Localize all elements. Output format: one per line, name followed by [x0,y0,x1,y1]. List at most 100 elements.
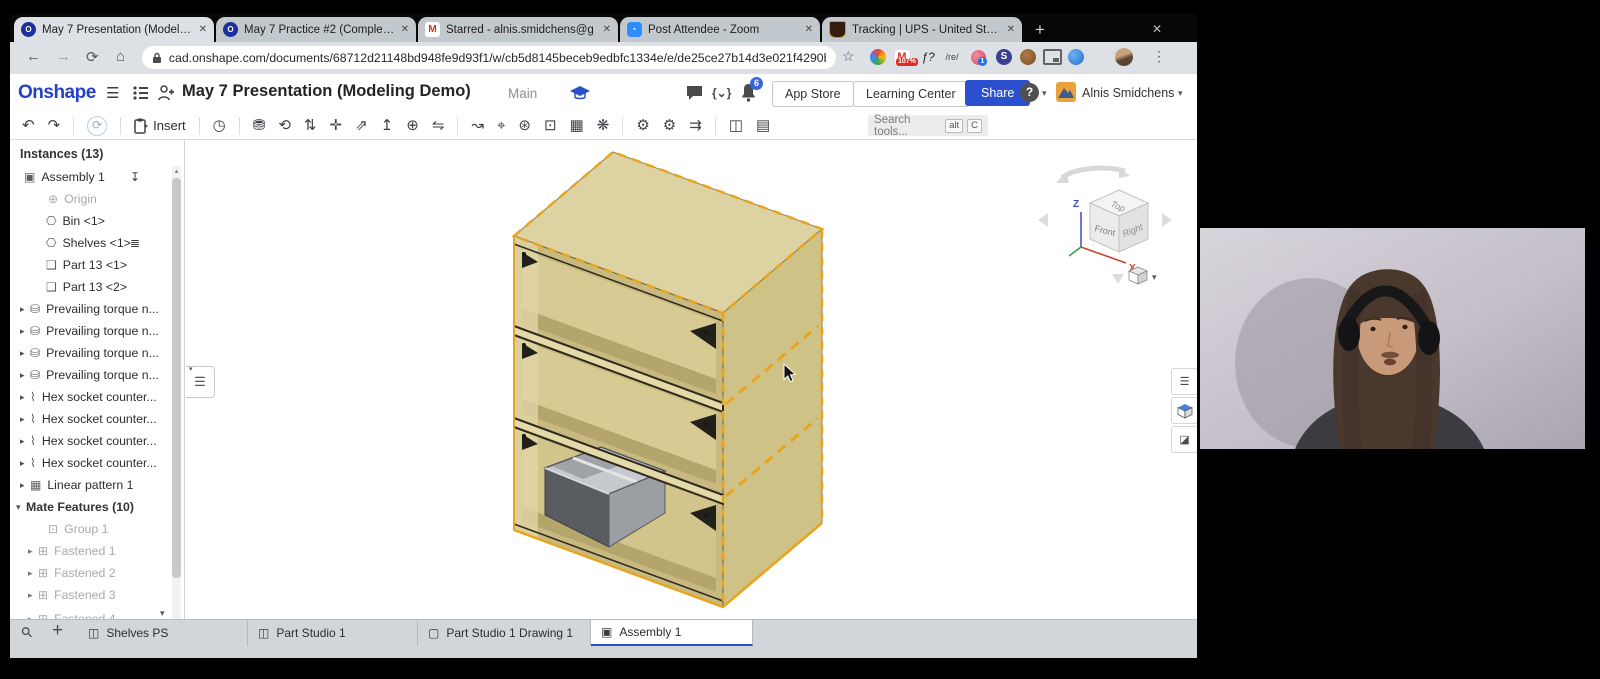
onshape-logo[interactable]: Onshape [18,82,96,104]
add-tab-button[interactable]: + [52,620,63,642]
scroll-up-icon[interactable]: ▴ [172,167,181,175]
mate-connector-icon[interactable]: ⊛ [518,118,531,133]
browser-tab-onshape-practice[interactable]: O May 7 Practice #2 (Completed) ✕ [216,17,416,42]
slider-mate-icon[interactable]: ⇅ [304,118,317,133]
scrollbar-thumb[interactable] [172,178,181,578]
address-input[interactable]: cad.onshape.com/documents/68712d21148bd9… [142,46,836,69]
chevron-right-icon[interactable]: ▸ [28,546,38,557]
tree-item-prevailing-torque-1[interactable]: ▸ ⛁ Prevailing torque n... [10,298,170,320]
tree-item-hex-socket-1[interactable]: ▸ ⌇ Hex socket counter... [10,386,170,408]
browser-tab-onshape-presentation[interactable]: O May 7 Presentation (Modeling ✕ [14,17,214,42]
panel-scrollbar[interactable]: ▴ [172,166,181,619]
chevron-right-icon[interactable]: ▸ [20,304,30,315]
tree-item-hex-socket-2[interactable]: ▸ ⌇ Hex socket counter... [10,408,170,430]
home-icon[interactable]: ⌂ [116,48,125,65]
tree-item-prevailing-torque-2[interactable]: ▸ ⛁ Prevailing torque n... [10,320,170,342]
graphics-viewport[interactable]: ☰ ▾ [185,140,1197,619]
workspace-name[interactable]: Main [508,86,537,101]
group-icon[interactable]: ⌖ [497,118,505,133]
screw-relation-icon[interactable]: ⚙ [663,118,676,133]
profile-avatar[interactable] [1114,47,1134,67]
belt-relation-icon[interactable]: ⇉ [689,118,702,133]
tree-scroll-down-icon[interactable]: ▾ [160,608,165,619]
replicate-icon[interactable]: ⊡ [544,118,557,133]
extension-gmail-icon[interactable]: M 107% [892,47,912,67]
user-avatar[interactable] [1056,82,1076,102]
follow-mode-icon[interactable] [158,84,174,102]
versions-icon[interactable] [132,84,150,102]
browser-tab-zoom[interactable]: ▪ Post Attendee - Zoom ✕ [620,17,820,42]
mate-icon[interactable]: ⛃ [253,118,266,133]
tab-close-icon[interactable]: ✕ [805,24,813,35]
extension-colorwheel-icon[interactable] [868,47,888,67]
browser-tab-gmail[interactable]: M Starred - alnis.smidchens@g ✕ [418,17,618,42]
parallel-mate-icon[interactable]: ⇋ [432,118,445,133]
cylindrical-mate-icon[interactable]: ⇗ [355,118,368,133]
tree-item-fastened-3[interactable]: ▸ ⊞ Fastened 3 [10,584,170,606]
chevron-right-icon[interactable]: ▸ [20,370,30,381]
tangent-mate-icon[interactable]: ↝ [471,118,484,133]
tree-item-part13-2[interactable]: ❑ Part 13 <2> [10,276,170,298]
extension-pip-icon[interactable] [1042,47,1062,67]
linear-pattern-icon[interactable]: ▦ [570,118,584,133]
tree-item-shelves[interactable]: ⎔ Shelves <1> ≣ [10,232,170,254]
learning-cap-icon[interactable] [570,85,590,101]
view-options-button[interactable]: ▾ [1129,267,1157,284]
browser-tab-ups[interactable]: Tracking | UPS - United States ✕ [822,17,1022,42]
extension-bear-icon[interactable] [1018,47,1038,67]
tree-item-prevailing-torque-4[interactable]: ▸ ⛁ Prevailing torque n... [10,364,170,386]
insert-button[interactable]: Insert [134,118,186,134]
search-tools-input[interactable]: Search tools... alt C [868,115,988,136]
chevron-down-icon[interactable]: ▾ [16,502,26,513]
circular-pattern-icon[interactable]: ❋ [597,118,610,133]
chevron-right-icon[interactable]: ▸ [28,590,38,601]
extension-s-icon[interactable]: S [994,47,1014,67]
sync-icon[interactable]: ⟳ [87,116,107,136]
doc-tab-part-studio-1[interactable]: ◫ Part Studio 1 [248,620,418,646]
tree-item-bin[interactable]: ⎔ Bin <1> [10,210,170,232]
window-close-button[interactable]: ✕ [1144,18,1170,40]
chevron-right-icon[interactable]: ▸ [20,480,30,491]
tree-item-fastened-1[interactable]: ▸ ⊞ Fastened 1 [10,540,170,562]
history-icon[interactable]: ◷ [213,118,226,133]
tree-item-linear-pattern[interactable]: ▸ ▦ Linear pattern 1 [10,474,170,496]
learning-center-button[interactable]: Learning Center [853,81,969,107]
features-flyout-toggle[interactable]: ☰ ▾ [186,366,215,398]
extension-blue-icon[interactable] [1066,47,1086,67]
pin-slot-mate-icon[interactable]: ↥ [381,118,394,133]
tree-item-hex-socket-3[interactable]: ▸ ⌇ Hex socket counter... [10,430,170,452]
app-store-button[interactable]: App Store [772,81,854,107]
bom-table-icon[interactable]: ▤ [756,118,770,133]
featurescript-icon[interactable]: {⌄} [712,86,731,100]
back-icon[interactable]: ← [26,48,41,65]
shelf-assembly-model[interactable] [505,148,845,618]
tab-close-icon[interactable]: ✕ [603,24,611,35]
chevron-right-icon[interactable]: ▸ [20,414,30,425]
bom-panel-button[interactable]: ☰ [1171,368,1197,395]
user-name[interactable]: Alnis Smidchens [1082,86,1174,100]
new-tab-button[interactable]: + [1028,18,1052,42]
tab-close-icon[interactable]: ✕ [1007,24,1015,35]
main-menu-icon[interactable]: ☰ [106,84,119,102]
extension-regex-icon[interactable]: /re/ [942,47,962,67]
view-cube[interactable]: Top Front Right Z X ▾ [1030,148,1180,288]
forward-icon[interactable]: → [56,48,71,65]
help-caret-icon[interactable]: ▾ [1042,88,1047,99]
doc-tab-shelves-ps[interactable]: ◫ Shelves PS [78,620,248,646]
tree-item-hex-socket-4[interactable]: ▸ ⌇ Hex socket counter... [10,452,170,474]
doc-tab-assembly-1[interactable]: ▣ Assembly 1 [591,620,753,646]
tree-item-fastened-2[interactable]: ▸ ⊞ Fastened 2 [10,562,170,584]
revolute-mate-icon[interactable]: ⟲ [278,118,291,133]
tab-close-icon[interactable]: ✕ [199,24,207,35]
chevron-right-icon[interactable]: ▸ [20,392,30,403]
doc-tab-drawing-1[interactable]: ▢ Part Studio 1 Drawing 1 [418,620,591,646]
mate-features-section[interactable]: ▾ Mate Features (10) [10,496,170,518]
user-caret-icon[interactable]: ▾ [1178,88,1183,99]
comment-icon[interactable] [686,85,704,101]
tree-item-assembly-1[interactable]: ▣ Assembly 1 ↧ [10,166,170,188]
chrome-menu-icon[interactable]: ⋮ [1152,48,1166,65]
tree-item-origin[interactable]: ⊕ Origin [10,188,170,210]
tab-close-icon[interactable]: ✕ [401,24,409,35]
search-tabs-icon[interactable]: ⚲ [17,623,36,642]
configuration-panel-button[interactable]: ◪ [1171,426,1197,453]
